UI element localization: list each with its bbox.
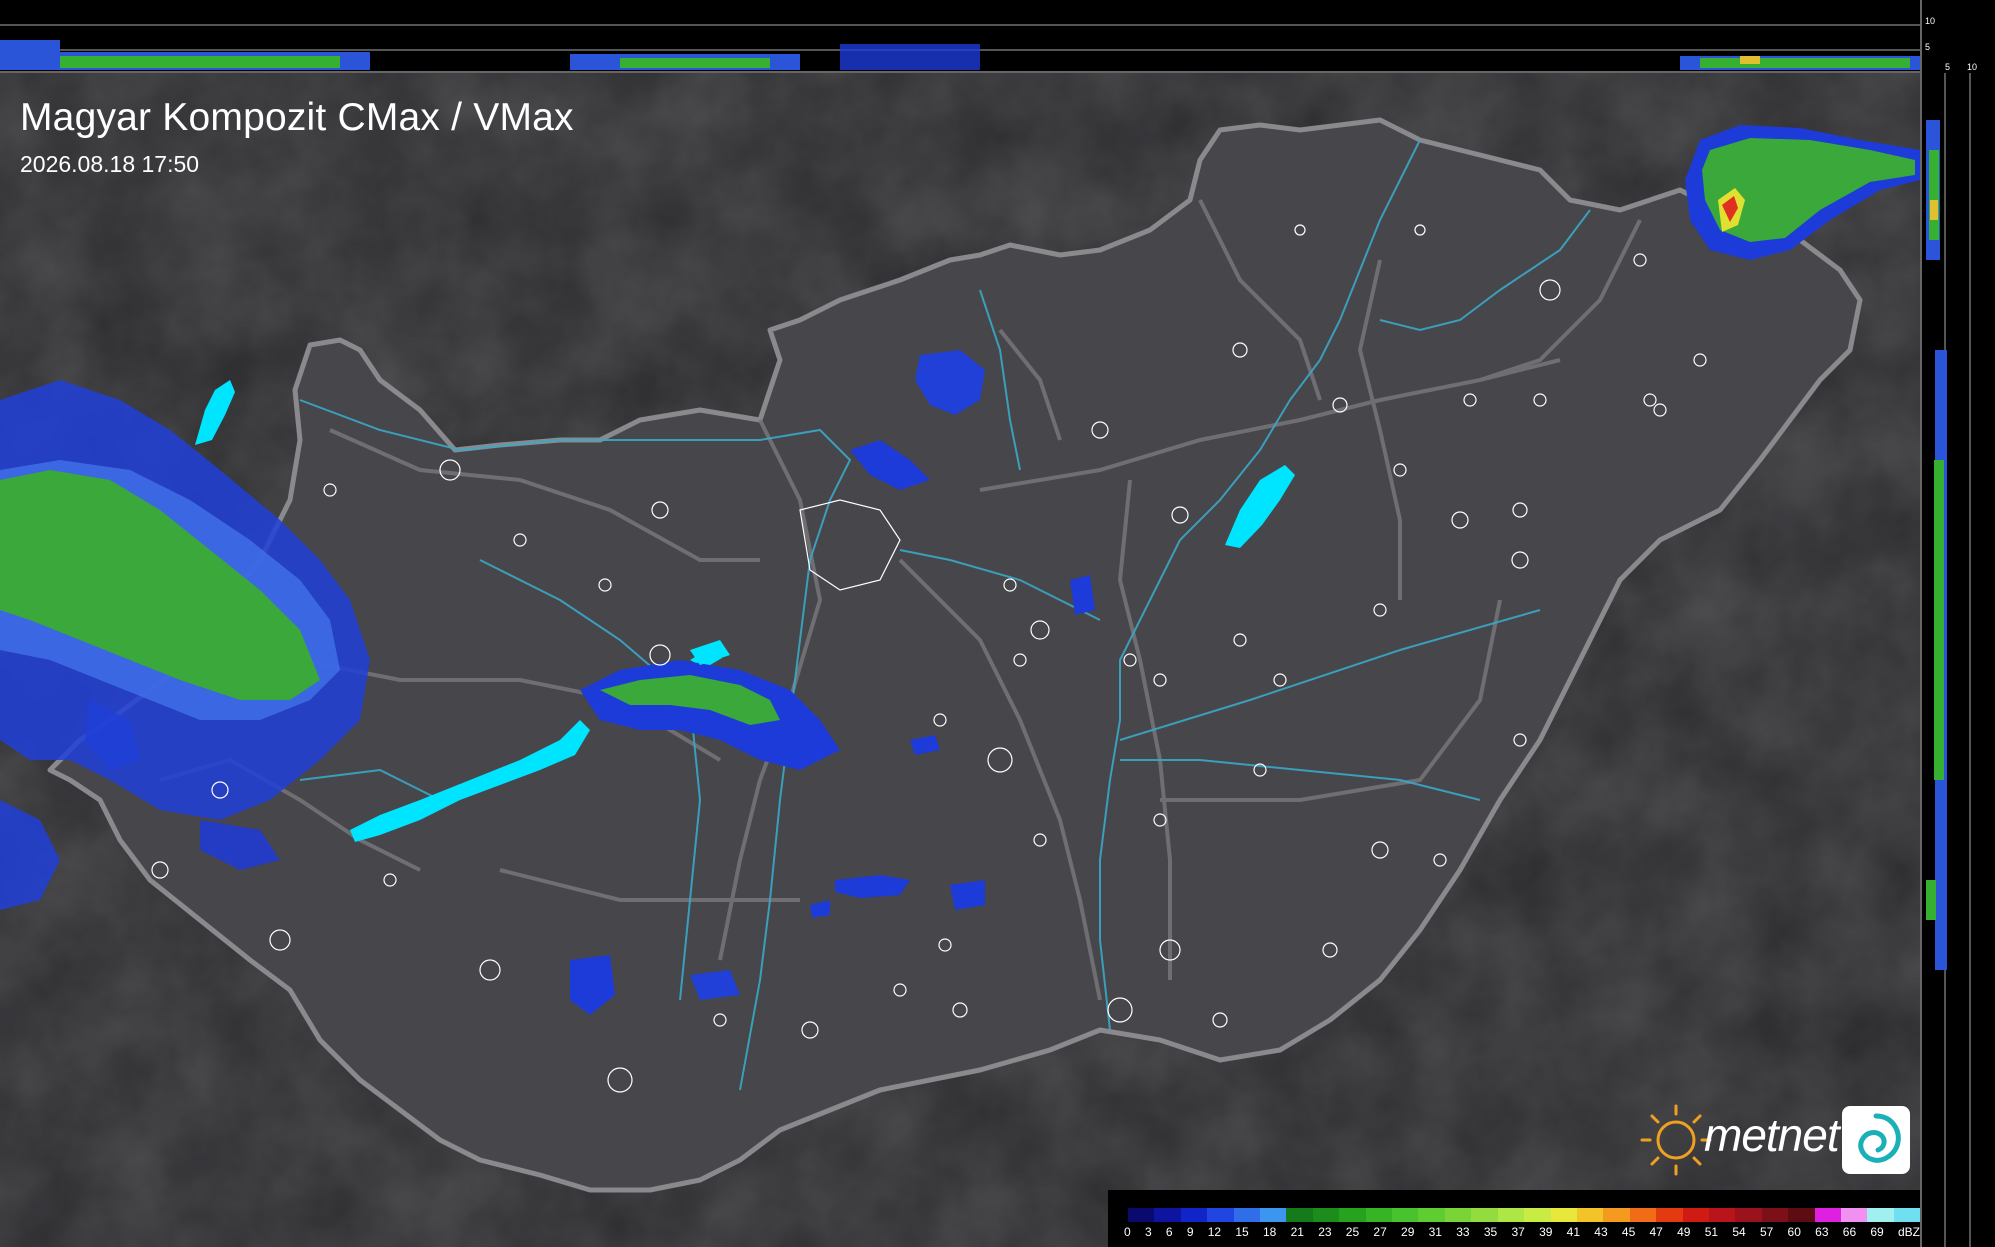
- legend-tick-label: 33: [1456, 1225, 1470, 1239]
- legend-tick-label: 37: [1511, 1225, 1525, 1239]
- legend-swatch: [1840, 1208, 1868, 1222]
- legend-swatch: [1392, 1208, 1419, 1222]
- legend-swatch: [1128, 1208, 1155, 1222]
- map-title: Magyar Kompozit CMax / VMax: [20, 96, 574, 139]
- legend-tick-label: 39: [1539, 1225, 1553, 1239]
- legend-swatch: [1629, 1208, 1657, 1222]
- legend-tick-label: 0: [1124, 1225, 1131, 1239]
- legend-swatch: [1444, 1208, 1472, 1222]
- legend-swatch: [1260, 1208, 1287, 1222]
- legend-swatch: [1735, 1208, 1762, 1222]
- legend-tick-label: 43: [1594, 1225, 1608, 1239]
- legend-tick-label: 25: [1345, 1225, 1360, 1239]
- right-scale-tick-10: 10: [1967, 62, 1978, 72]
- brand-name: metnet: [1704, 1109, 1840, 1161]
- legend-swatch: [1550, 1208, 1577, 1222]
- legend-swatch: [1154, 1208, 1181, 1222]
- legend-tick-label: 45: [1621, 1225, 1636, 1239]
- dbz-legend: 0 3 6 9 12 15 18 21 23 25 27 29 31 33 35 37 39 41 43 45 47 49…: [1108, 1190, 1921, 1247]
- legend-tick-label: 41: [1566, 1225, 1581, 1239]
- legend-tick-label: 6: [1165, 1225, 1173, 1239]
- legend-tick-label: 31: [1428, 1225, 1442, 1239]
- legend-swatch: [1312, 1208, 1340, 1222]
- legend-tick-label: 18: [1262, 1225, 1277, 1239]
- legend-tick-label: 35: [1483, 1225, 1498, 1239]
- legend-swatch: [1576, 1208, 1604, 1222]
- legend-swatch: [1497, 1208, 1525, 1222]
- legend-tick-label: 63: [1815, 1225, 1829, 1239]
- map-timestamp: 2026.08.18 17:50: [20, 151, 200, 177]
- legend-tick-labels: 0 3 6 9 12 15 18 21 23 25 27 29 31 33 35 37 39 41 43 45 47 49…: [1124, 1225, 1920, 1243]
- legend-swatch: [1708, 1208, 1736, 1222]
- legend-tick-label: 60: [1787, 1225, 1801, 1239]
- legend-tick-label: 21: [1290, 1225, 1304, 1239]
- legend-swatch: [1788, 1208, 1815, 1222]
- legend-swatch: [1867, 1208, 1894, 1222]
- legend-tick-label: 23: [1318, 1225, 1332, 1239]
- legend-tick-label: 66: [1842, 1225, 1857, 1239]
- legend-swatch: [1365, 1208, 1393, 1222]
- legend-swatch: [1339, 1208, 1366, 1222]
- legend-tick-label: 12: [1207, 1225, 1222, 1239]
- top-scale-tick-10: 10: [1925, 16, 1936, 26]
- legend-swatch: [1471, 1208, 1498, 1222]
- legend-swatch: [1524, 1208, 1551, 1222]
- legend-swatch: [1180, 1208, 1208, 1222]
- legend-tick-label: 54: [1732, 1225, 1746, 1239]
- legend-tick-label: 57: [1759, 1225, 1774, 1239]
- legend-tick-label: 49: [1677, 1225, 1691, 1239]
- legend-swatch: [1233, 1208, 1261, 1222]
- legend-swatch: [1418, 1208, 1445, 1222]
- legend-swatch: [1603, 1208, 1630, 1222]
- legend-tick-label: 15: [1235, 1225, 1249, 1239]
- legend-swatch: [1893, 1208, 1921, 1222]
- legend-tick-label: dBZ: [1897, 1225, 1920, 1239]
- legend-tick-label: 27: [1373, 1225, 1387, 1239]
- legend-tick-label: 3: [1144, 1225, 1152, 1239]
- legend-tick-label: 47: [1649, 1225, 1663, 1239]
- legend-swatch: [1207, 1208, 1234, 1222]
- legend-swatch: [1814, 1208, 1841, 1222]
- metnet-logo: metnet: [1636, 1100, 1910, 1180]
- legend-swatch: [1682, 1208, 1709, 1222]
- legend-swatch: [1286, 1208, 1313, 1222]
- radar-map: [0, 0, 1995, 1247]
- legend-swatch: [1656, 1208, 1683, 1222]
- legend-tick-label: 51: [1704, 1225, 1719, 1239]
- legend-tick-label: 9: [1186, 1225, 1194, 1239]
- legend-swatch: [1761, 1208, 1789, 1222]
- legend-tick-label: 69: [1870, 1225, 1884, 1239]
- top-scale-tick-5: 5: [1925, 42, 1931, 52]
- legend-color-bar: [1128, 1208, 1921, 1222]
- right-scale-tick-5: 5: [1945, 62, 1951, 72]
- legend-tick-label: 29: [1401, 1225, 1415, 1239]
- swirl-icon: [1842, 1106, 1910, 1174]
